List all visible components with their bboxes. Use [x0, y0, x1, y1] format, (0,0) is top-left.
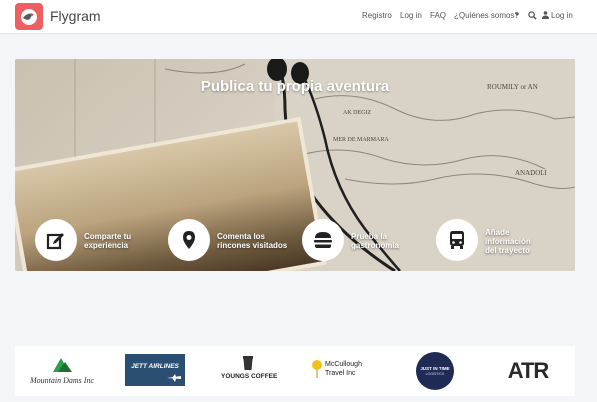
balloon-icon [312, 360, 322, 378]
nav-registro-link[interactable]: Registro [362, 11, 392, 20]
partner-name: Travel Inc [325, 370, 356, 377]
partners-strip: Mountain Dams Inc JETT AIRLINES YOUNGS C… [15, 346, 575, 396]
partner-logo-jett-airlines[interactable]: JETT AIRLINES [125, 354, 185, 386]
mountain-icon [53, 358, 72, 372]
edit-icon [46, 233, 64, 250]
burger-icon [314, 232, 332, 248]
bus-icon [450, 231, 464, 249]
map-label-ak-degiz: AK DEGIZ [343, 110, 371, 116]
feature-icon-circle [35, 219, 77, 261]
top-navbar: Flygram Registro Log in FAQ ¿Quiénes som… [0, 0, 597, 34]
nav-faq-link[interactable]: FAQ [430, 11, 446, 20]
feature-label-line: Añade [485, 228, 510, 237]
brand-logo[interactable] [15, 3, 43, 30]
brand-name[interactable]: Flygram [50, 8, 101, 24]
feature-icon-circle [168, 219, 210, 261]
map-pin-icon [183, 231, 195, 249]
partner-logo-just-in-time[interactable]: JUST IN TIME LOGISTICS [416, 352, 454, 390]
nav-login-link[interactable]: Log in [400, 11, 422, 20]
feature-label-line: Comparte tu [84, 232, 132, 241]
partner-logo-youngs-coffee[interactable]: YOUNGS COFFEE [221, 352, 278, 390]
map-label-marmara: MER DE MARMARA [333, 137, 389, 143]
user-login-link[interactable]: Log in [551, 11, 573, 20]
partner-name: JUST IN TIME [420, 366, 450, 371]
partner-logo-mccullough-travel[interactable]: McCullough Travel Inc [312, 352, 376, 390]
map-label-anadoli: ANADOLI [515, 169, 548, 177]
feature-label-line: experiencia [84, 241, 129, 250]
feature-label: Añade información del trayecto [485, 228, 531, 255]
partner-name: LOGISTICS [425, 372, 445, 376]
partner-logo-mountain-dams[interactable]: Mountain Dams Inc [27, 352, 97, 390]
chevron-down-icon [515, 13, 519, 16]
feature-label-line: Comenta los [217, 232, 266, 241]
feature-label: Comparte tu experiencia [84, 232, 131, 250]
feature-icon-circle [302, 219, 344, 261]
feature-label-line: Prueba la [351, 232, 388, 241]
feature-label-line: información [485, 237, 531, 246]
partner-name: Mountain Dams Inc [30, 376, 94, 385]
coffee-cup-icon [243, 356, 253, 370]
nav-about-dropdown[interactable]: ¿Quiénes somos? [454, 11, 519, 20]
airplane-icon [167, 374, 181, 382]
feature-label: Prueba la gastronomía [351, 232, 399, 250]
hero-title: Publica tu propia aventura [200, 78, 390, 95]
feature-label-line: rincones visitados [217, 241, 288, 250]
partner-name: McCullough [325, 361, 362, 368]
search-icon[interactable] [528, 11, 537, 20]
hero-banner: ROUMILY or AN AK DEGIZ MER DE MARMARA AN… [15, 59, 575, 271]
feature-label: Comenta los rincones visitados [217, 232, 287, 250]
user-icon [542, 11, 549, 19]
partner-name: ATR [507, 358, 550, 383]
partner-name: YOUNGS COFFEE [221, 373, 278, 380]
bird-logo-icon [21, 9, 37, 25]
feature-icon-circle [436, 219, 478, 261]
partner-logo-atr[interactable]: ATR [503, 352, 553, 390]
feature-label-line: del trayecto [485, 246, 530, 255]
partner-name: JETT AIRLINES [131, 363, 179, 370]
feature-label-line: gastronomía [351, 241, 400, 250]
